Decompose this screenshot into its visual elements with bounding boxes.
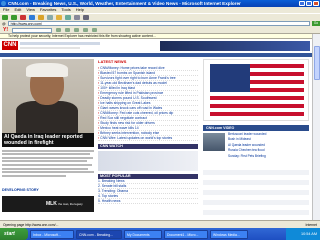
address-input[interactable]: http://www.cnn.com/ [7, 21, 310, 26]
mlk-ad[interactable]: MLK the man, the legacy [2, 196, 94, 212]
photo-shirt [16, 101, 78, 133]
yahoo-logo[interactable]: Y! [3, 27, 8, 33]
news-link[interactable]: ▪ CNN Wire: Latest updates on world's to… [98, 136, 198, 141]
yahoo-toolbar-icon[interactable] [65, 28, 70, 32]
window-titlebar: CNN.com - Breaking News, U.S., World, We… [0, 0, 320, 7]
lead-story-image[interactable] [2, 59, 94, 133]
flag-image [210, 64, 304, 118]
cnn-logo[interactable]: CNN [2, 41, 18, 50]
cnn-nav-bar[interactable] [0, 53, 312, 57]
standard-toolbar [0, 13, 320, 20]
text-line [2, 174, 67, 177]
lead-story-text [2, 148, 94, 186]
window-title: CNN.com - Breaking News, U.S., World, We… [8, 1, 241, 6]
cnn-watch-panel[interactable] [98, 151, 198, 171]
lead-headline[interactable]: Al Qaeda in Iraq leader reported wounded… [2, 133, 94, 147]
minimize-button[interactable] [299, 1, 305, 6]
maximize-button[interactable] [306, 1, 312, 6]
cnn-header-subline [20, 47, 80, 49]
flag-canton [210, 64, 250, 92]
text-line [2, 156, 94, 159]
favorites-icon[interactable] [56, 14, 62, 20]
address-label-icon: @ [2, 21, 6, 26]
yahoo-toolbar: Y! [0, 27, 320, 34]
address-bar: @ http://www.cnn.com/ Go [0, 20, 320, 27]
back-icon[interactable] [2, 14, 8, 20]
yahoo-toolbar-icon[interactable] [83, 28, 88, 32]
yahoo-toolbar-icon[interactable] [74, 28, 79, 32]
right-ad-flag[interactable] [203, 59, 309, 121]
latest-news-column: LATEST NEWS ▪ CNN/Money: Home prices tak… [98, 59, 198, 220]
video-section-heading: CNN.com VIDEO [203, 125, 309, 131]
photo-cap [26, 63, 68, 77]
status-text: Opening page http://www.cnn.com/... [3, 223, 59, 227]
banner-ad[interactable] [160, 41, 310, 51]
cnn-watch-heading: CNN WATCH [98, 144, 198, 149]
taskbar-button[interactable]: CNN.com - Breaking... [76, 229, 122, 239]
taskbar-button[interactable]: Windows Media... [210, 229, 248, 239]
windows-taskbar: start Inbox - Microsoft... CNN.com - Bre… [0, 228, 320, 240]
system-tray-clock[interactable]: 10:54 AM [286, 228, 320, 240]
mlk-ad-subtitle: the man, the legacy [58, 202, 83, 206]
internet-explorer-icon [1, 1, 6, 6]
history-icon[interactable] [65, 14, 71, 20]
search-icon[interactable] [47, 14, 53, 20]
taskbar-button[interactable]: My Documents [124, 229, 162, 239]
video-link[interactable]: Sunday: First Pets Briefing [228, 154, 308, 159]
window-controls [299, 1, 319, 6]
refresh-icon[interactable] [29, 14, 35, 20]
mail-icon[interactable] [74, 14, 80, 20]
taskbar-button[interactable]: Inbox - Microsoft... [30, 229, 74, 239]
yahoo-search-input[interactable] [12, 27, 52, 33]
start-button[interactable]: start [0, 228, 28, 240]
video-list: Berlusconi leader wounded Bush in Mideas… [228, 132, 308, 162]
developing-story-link[interactable]: DEVELOPING STORY [2, 188, 39, 192]
text-line [2, 149, 94, 152]
right-column-links[interactable] [203, 165, 309, 215]
popular-link[interactable]: 5. Health news [98, 199, 198, 204]
yahoo-toolbar-icon[interactable] [92, 28, 97, 32]
text-line [2, 163, 93, 166]
text-line [2, 171, 94, 174]
home-icon[interactable] [38, 14, 44, 20]
close-button[interactable] [313, 1, 319, 6]
video-thumbnail[interactable] [203, 133, 225, 151]
web-page-content: CNN Al Qaeda in Iraq leader reported wou… [0, 39, 312, 220]
status-bar: Opening page http://www.cnn.com/... Inte… [0, 220, 320, 228]
text-line [2, 153, 91, 156]
go-button[interactable]: Go [312, 21, 320, 26]
scrollbar-thumb[interactable] [314, 46, 320, 80]
yahoo-toolbar-icon[interactable] [56, 28, 61, 32]
latest-news-heading: LATEST NEWS [98, 59, 127, 64]
vertical-scrollbar[interactable] [312, 34, 320, 220]
mlk-ad-title: MLK [46, 201, 57, 207]
text-line [2, 167, 89, 170]
taskbar-button[interactable]: Document1 - Micro... [164, 229, 208, 239]
text-line [2, 160, 87, 163]
print-icon[interactable] [83, 14, 89, 20]
cnn-header-links[interactable] [20, 42, 100, 45]
forward-icon[interactable] [11, 14, 17, 20]
stop-icon[interactable] [20, 14, 26, 20]
